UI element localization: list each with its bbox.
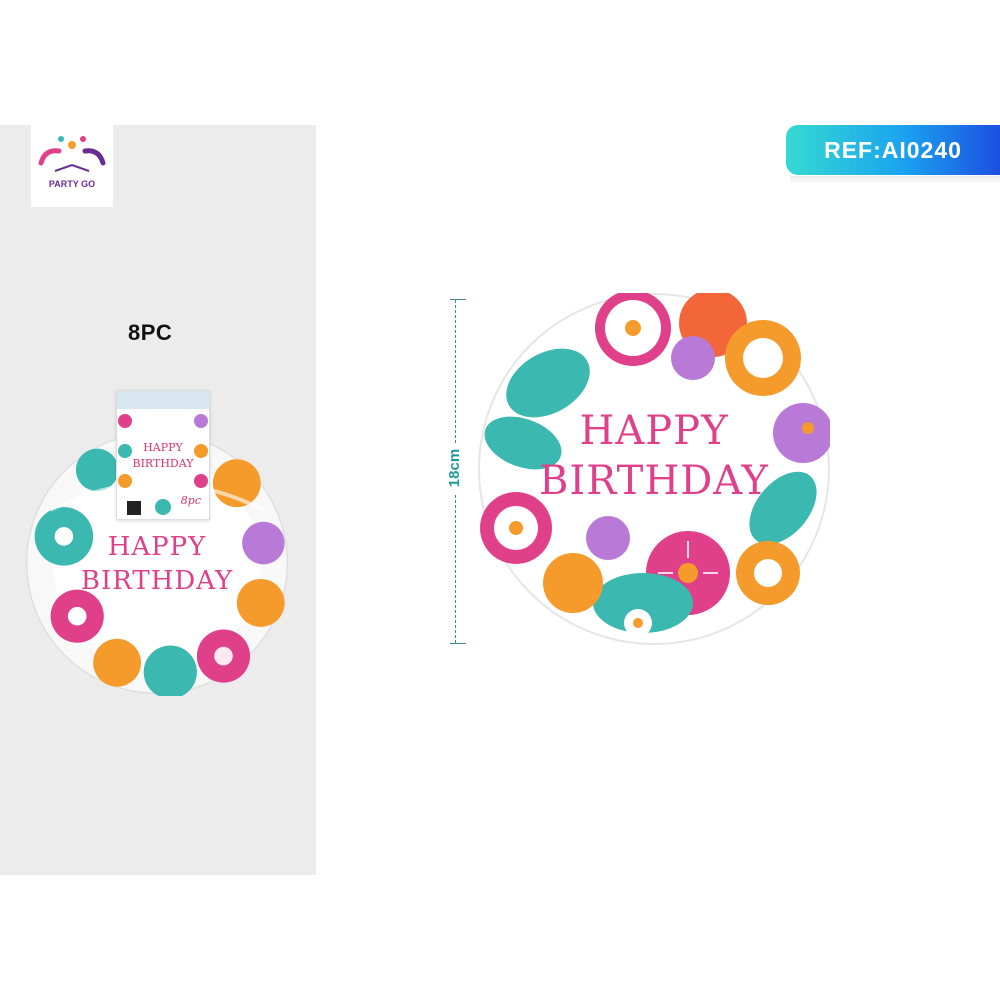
plate-text-happy: HAPPY — [579, 408, 729, 454]
banner-shadow — [790, 176, 1000, 184]
packaged-plate-text-birthday: BIRTHDAY — [80, 566, 234, 596]
package-header-card: HAPPY BIRTHDAY 8pc — [116, 390, 210, 520]
pack-count-label: 8PC — [128, 320, 173, 345]
dimension-cap-top — [450, 299, 466, 300]
logo-icon — [38, 136, 106, 172]
card-text-happy: HAPPY — [143, 441, 183, 454]
brand-logo: PARTY GO — [31, 125, 113, 207]
reference-code: REF:AI0240 — [824, 137, 962, 163]
dimension-label: 18cm — [435, 443, 475, 493]
dimension-cap-bottom — [450, 643, 466, 644]
packaged-plate-text-happy: HAPPY — [107, 532, 207, 562]
plate-text-birthday: BIRTHDAY — [539, 458, 769, 504]
card-count: 8pc — [180, 494, 201, 507]
reference-banner: REF:AI0240 — [786, 125, 1000, 175]
logo-text: PARTY GO — [48, 179, 96, 189]
card-text-birthday: BIRTHDAY — [132, 457, 194, 470]
